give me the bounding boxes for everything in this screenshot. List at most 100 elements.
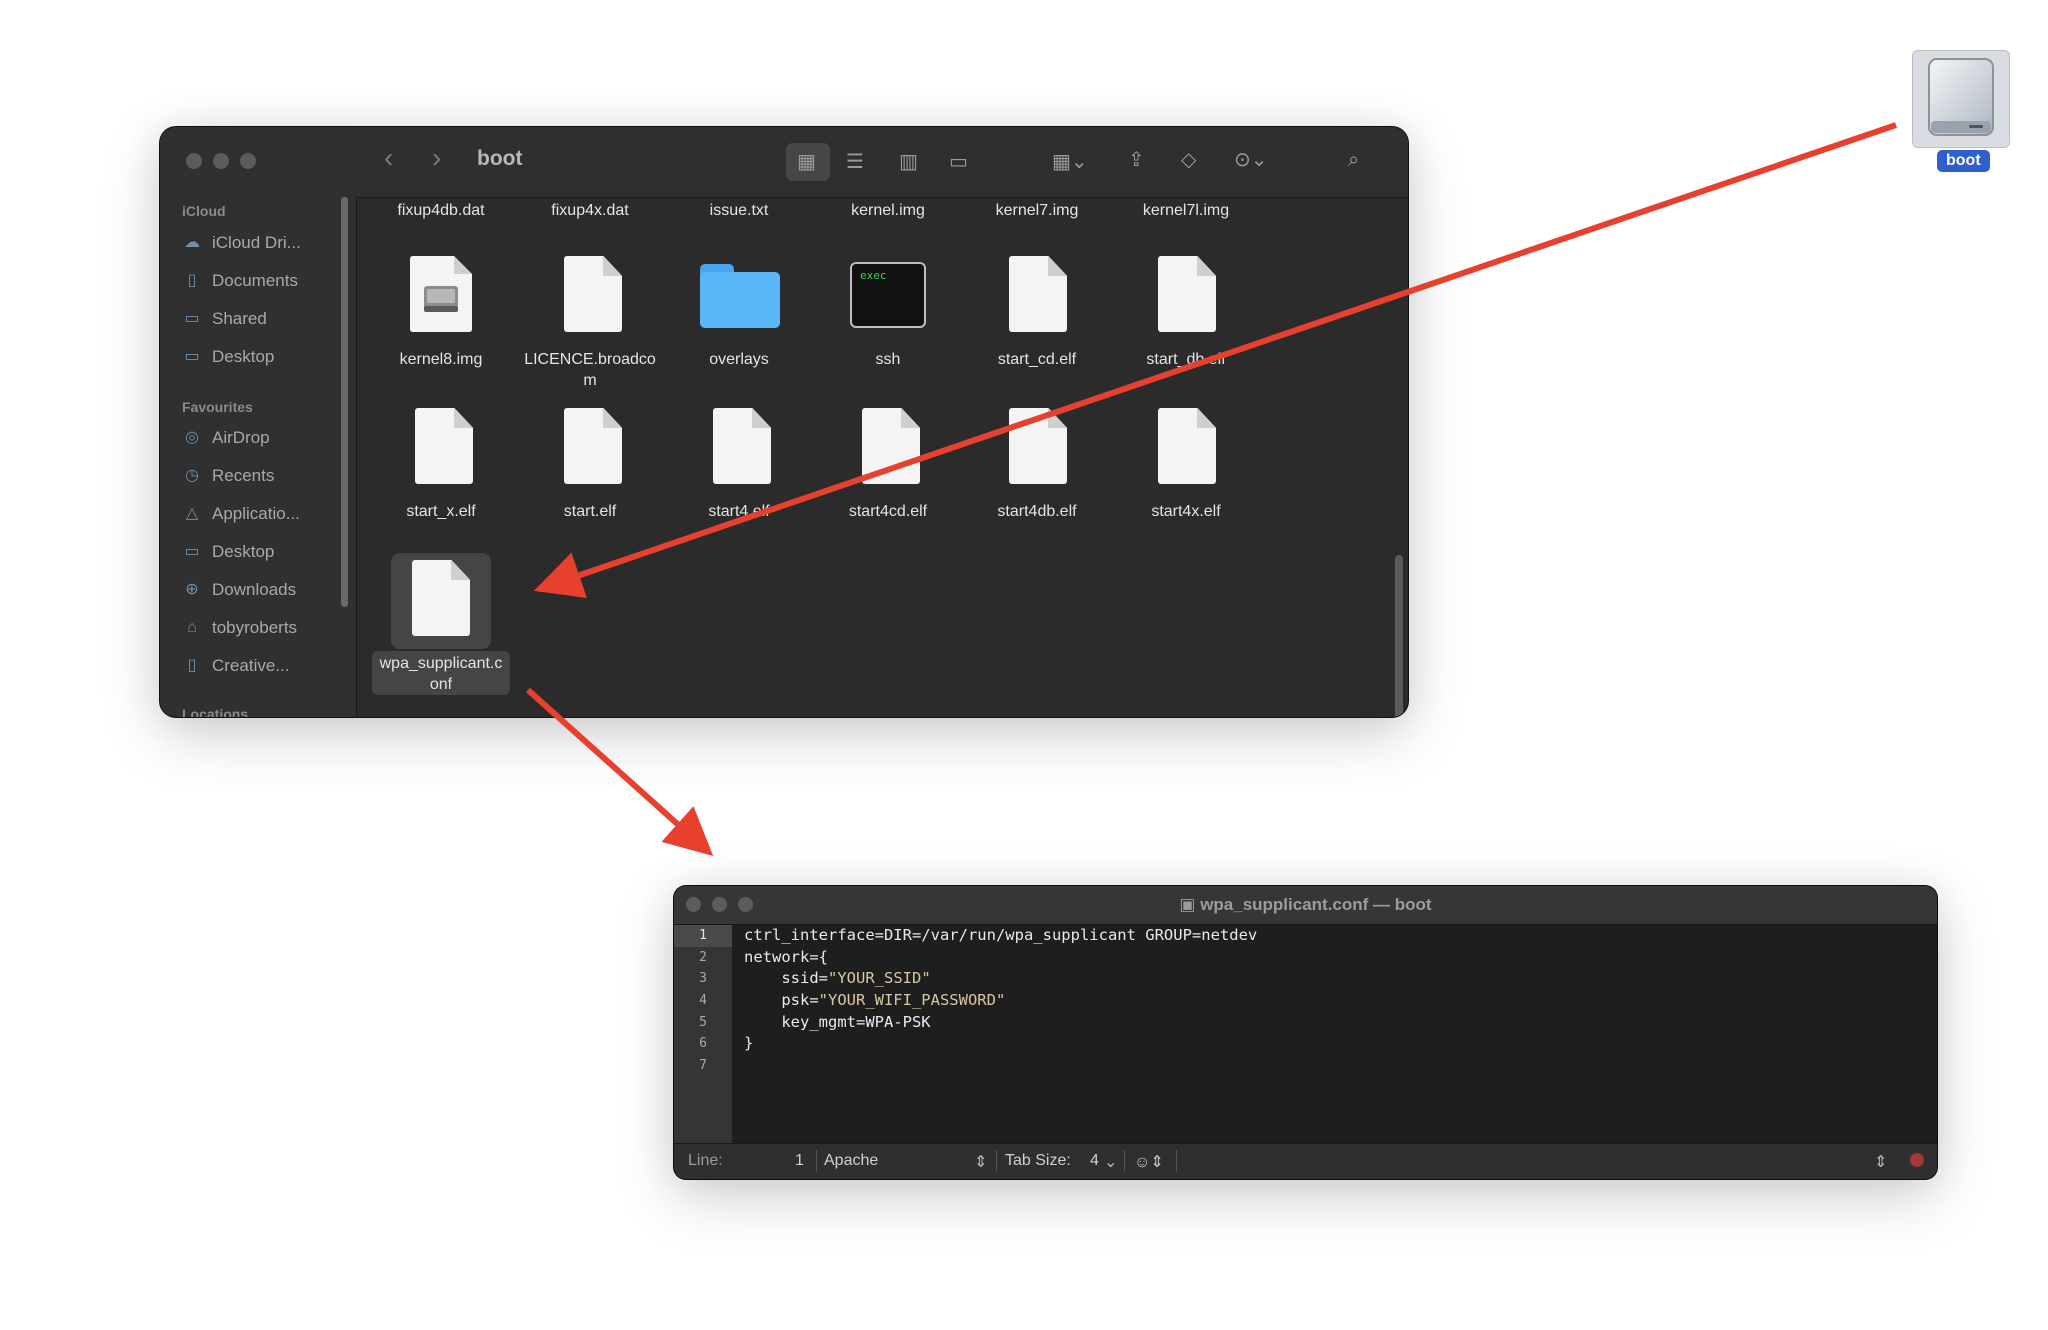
file-label-start4cd[interactable]: start4cd.elf: [813, 501, 963, 522]
list-view-icon[interactable]: ☰: [846, 147, 864, 177]
zoom-button[interactable]: [240, 153, 256, 169]
file-label-fixup4db[interactable]: fixup4db.dat: [366, 200, 516, 221]
emoji-settings-icon[interactable]: ☺⇕: [1134, 1152, 1164, 1172]
drive-label[interactable]: boot: [1937, 150, 1990, 172]
document-icon[interactable]: [713, 408, 771, 484]
document-icon[interactable]: [862, 408, 920, 484]
chevron-down-icon[interactable]: ⌄: [1104, 1152, 1117, 1172]
file-label-kernel7[interactable]: kernel7.img: [962, 200, 1112, 221]
sidebar-item-desktop-fav[interactable]: ▭ Desktop: [182, 538, 274, 566]
code-text: }: [744, 1034, 754, 1053]
sidebar-item-desktop[interactable]: ▭ Desktop: [182, 343, 274, 371]
sidebar-item-downloads[interactable]: ⊕ Downloads: [182, 576, 296, 604]
document-icon[interactable]: [1009, 408, 1067, 484]
document-icon[interactable]: [1158, 408, 1216, 484]
code-line[interactable]: key_mgmt=WPA-PSK: [744, 1012, 1937, 1034]
file-label-overlays[interactable]: overlays: [664, 349, 814, 370]
file-label-wpa-supplicant[interactable]: wpa_supplicant.c onf: [366, 653, 516, 695]
tab-size-select[interactable]: 4: [1090, 1152, 1099, 1170]
column-view-icon[interactable]: ▥: [899, 147, 918, 177]
folder-icon[interactable]: [700, 264, 780, 328]
language-stepper-icon[interactable]: ⇕: [974, 1152, 987, 1172]
document-icon[interactable]: [1158, 256, 1216, 332]
minimize-button[interactable]: [213, 153, 229, 169]
document-icon[interactable]: [1009, 256, 1067, 332]
code-line[interactable]: ssid="YOUR_SSID": [744, 968, 1937, 990]
line-number: 4: [699, 993, 707, 1009]
line-number: 6: [699, 1036, 707, 1052]
sidebar-heading-favourites: Favourites: [182, 399, 253, 415]
sidebar-item-airdrop[interactable]: ◎ AirDrop: [182, 424, 270, 452]
file-label-start4db[interactable]: start4db.elf: [962, 501, 1112, 522]
file-label-line: LICENCE.broadco: [524, 351, 656, 368]
sidebar-item-label: Recents: [212, 466, 275, 485]
sidebar-item-creative[interactable]: ▯ Creative...: [182, 652, 290, 680]
code-line[interactable]: psk="YOUR_WIFI_PASSWORD": [744, 990, 1937, 1012]
shared-folder-icon: ▭: [184, 310, 200, 327]
sidebar-item-documents[interactable]: ▯ Documents: [182, 267, 298, 295]
code-string: "YOUR_WIFI_PASSWORD": [818, 991, 1006, 1010]
sidebar-item-home[interactable]: ⌂ tobyroberts: [182, 614, 297, 642]
gallery-view-icon[interactable]: ▭: [949, 147, 968, 177]
file-label-issue[interactable]: issue.txt: [664, 200, 814, 221]
drive-graphic: [1928, 58, 1994, 136]
document-icon[interactable]: [564, 256, 622, 332]
search-icon[interactable]: ⌕: [1348, 145, 1359, 175]
sidebar-item-icloud-drive[interactable]: ☁ iCloud Dri...: [182, 229, 301, 257]
file-label-start4x[interactable]: start4x.elf: [1111, 501, 1261, 522]
window-controls: [186, 153, 256, 169]
file-label-fixup4x[interactable]: fixup4x.dat: [515, 200, 665, 221]
sidebar-item-recents[interactable]: ◷ Recents: [182, 462, 274, 490]
language-select[interactable]: Apache: [824, 1152, 878, 1170]
share-icon[interactable]: ⇪: [1128, 145, 1145, 175]
icon-view-icon[interactable]: ▦: [797, 147, 816, 177]
editor-titlebar: ▣ wpa_supplicant.conf — boot: [674, 886, 1937, 925]
file-label-licence[interactable]: LICENCE.broadco m: [515, 349, 665, 391]
record-indicator-icon[interactable]: [1910, 1153, 1924, 1167]
code-line[interactable]: }: [744, 1033, 1937, 1055]
file-label-kernel8[interactable]: kernel8.img: [366, 349, 516, 370]
file-label-ssh[interactable]: ssh: [813, 349, 963, 370]
back-button[interactable]: ‹: [384, 143, 393, 173]
file-grid: fixup4db.dat fixup4x.dat issue.txt kerne…: [356, 197, 1408, 717]
sidebar-item-applications[interactable]: △ Applicatio...: [182, 500, 300, 528]
sidebar-item-label: iCloud Dri...: [212, 233, 301, 252]
line-number-field[interactable]: 1: [795, 1152, 804, 1170]
file-label-start-db[interactable]: start_db.elf: [1111, 349, 1261, 370]
sidebar-item-label: Documents: [212, 271, 298, 290]
file-proxy-icon[interactable]: ▣: [1179, 895, 1195, 914]
group-by-icon[interactable]: ▦⌄: [1052, 147, 1088, 177]
scope-stepper-icon[interactable]: ⇕: [1874, 1152, 1887, 1172]
forward-button[interactable]: ›: [432, 143, 441, 173]
more-actions-icon[interactable]: ⊙⌄: [1234, 145, 1268, 175]
file-label-start-cd[interactable]: start_cd.elf: [962, 349, 1112, 370]
file-label-start-x[interactable]: start_x.elf: [366, 501, 516, 522]
file-label-kernel[interactable]: kernel.img: [813, 200, 963, 221]
divider: [1176, 1150, 1177, 1172]
exec-badge: exec: [860, 269, 887, 282]
file-label-kernel7l[interactable]: kernel7l.img: [1111, 200, 1261, 221]
sidebar-item-label: Applicatio...: [212, 504, 300, 523]
desktop-icon: ▭: [184, 348, 200, 365]
code-line[interactable]: ctrl_interface=DIR=/var/run/wpa_supplica…: [744, 925, 1937, 947]
sidebar-item-label: Shared: [212, 309, 267, 328]
file-grid-scrollbar[interactable]: [1395, 555, 1403, 717]
external-drive-icon[interactable]: [1912, 50, 2010, 148]
code-editor[interactable]: ctrl_interface=DIR=/var/run/wpa_supplica…: [744, 925, 1937, 1077]
editor-title: ▣ wpa_supplicant.conf — boot: [674, 895, 1937, 915]
sidebar-item-shared[interactable]: ▭ Shared: [182, 305, 267, 333]
sidebar-scrollbar[interactable]: [341, 197, 348, 607]
close-button[interactable]: [186, 153, 202, 169]
document-icon[interactable]: [415, 408, 473, 484]
disk-image-icon[interactable]: [410, 256, 472, 332]
tag-icon[interactable]: ◇: [1181, 145, 1196, 175]
line-label: Line:: [688, 1152, 723, 1169]
code-line[interactable]: [744, 1055, 1937, 1077]
terminal-exec-icon[interactable]: exec: [850, 262, 926, 328]
file-label-start[interactable]: start.elf: [515, 501, 665, 522]
document-icon[interactable]: [564, 408, 622, 484]
document-icon[interactable]: [412, 560, 470, 636]
file-label-start4[interactable]: start4.elf: [664, 501, 814, 522]
code-line[interactable]: network={: [744, 947, 1937, 969]
divider: [816, 1150, 817, 1172]
